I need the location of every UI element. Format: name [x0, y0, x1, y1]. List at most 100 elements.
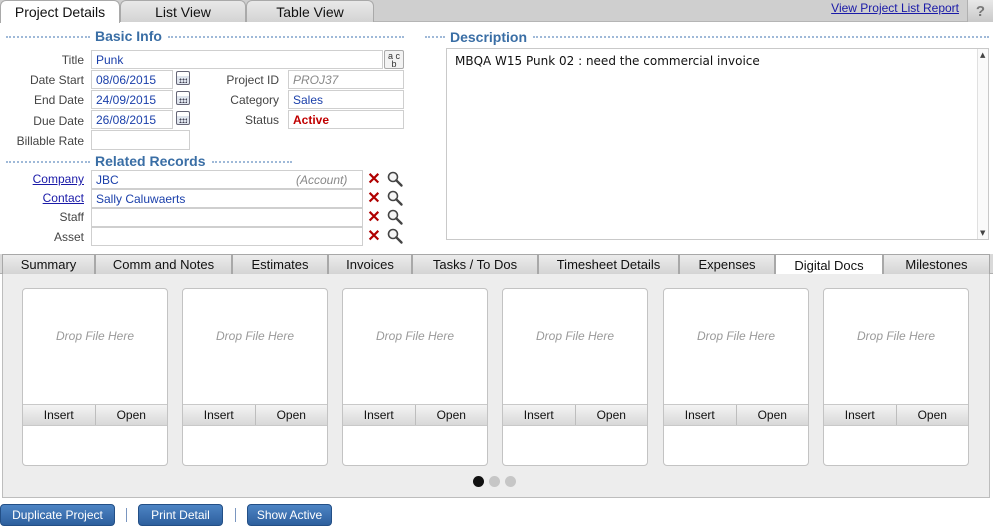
asset-label: Asset: [53, 230, 84, 244]
related-records-heading: Related Records: [95, 153, 206, 169]
show-active-button[interactable]: Show Active: [247, 504, 332, 526]
tab-label: Digital Docs: [794, 257, 864, 273]
title-field[interactable]: Punk: [91, 50, 383, 69]
due-date-field[interactable]: 26/08/2015: [91, 110, 173, 129]
open-button[interactable]: Open: [895, 405, 969, 425]
project-id-field: PROJ37: [288, 70, 404, 89]
staff-label: Staff: [59, 210, 84, 224]
section-divider: [6, 36, 90, 38]
basic-info-heading: Basic Info: [95, 28, 162, 44]
tab-estimates[interactable]: Estimates: [232, 254, 328, 274]
doc-slot[interactable]: Drop File Here Insert Open: [342, 288, 488, 466]
date-start-field[interactable]: 08/06/2015: [91, 70, 173, 89]
end-date-field[interactable]: 24/09/2015: [91, 90, 173, 109]
tab-label: Comm and Notes: [112, 257, 215, 272]
print-detail-button[interactable]: Print Detail: [138, 504, 223, 526]
calendar-icon[interactable]: [176, 71, 190, 85]
contact-field[interactable]: Sally Caluwaerts: [91, 189, 363, 208]
calendar-icon[interactable]: [176, 91, 190, 105]
insert-button[interactable]: Insert: [664, 405, 736, 425]
page-dot-3[interactable]: [505, 476, 516, 487]
duplicate-project-button[interactable]: Duplicate Project: [0, 504, 115, 526]
section-divider: [6, 161, 90, 163]
insert-button[interactable]: Insert: [183, 405, 255, 425]
end-date-label: End Date: [33, 93, 84, 107]
spell-check-icon[interactable]: a c b: [384, 50, 404, 69]
sub-tab-bar: Summary Comm and Notes Estimates Invoice…: [0, 254, 993, 275]
contact-link[interactable]: Contact: [0, 191, 84, 205]
tab-label: Table View: [276, 3, 344, 20]
tab-tasks-to-dos[interactable]: Tasks / To Dos: [412, 254, 538, 274]
tab-digital-docs[interactable]: Digital Docs: [775, 254, 883, 275]
section-divider: [533, 36, 989, 38]
page-dot-1[interactable]: [473, 476, 484, 487]
tab-label: List View: [155, 3, 211, 20]
view-project-list-report-link[interactable]: View Project List Report: [831, 1, 959, 15]
tab-table-view[interactable]: Table View: [246, 0, 374, 22]
description-textarea[interactable]: MBQA W15 Punk 02 : need the commercial i…: [446, 48, 989, 240]
insert-button[interactable]: Insert: [23, 405, 95, 425]
insert-button[interactable]: Insert: [824, 405, 896, 425]
page-dot-2[interactable]: [489, 476, 500, 487]
asset-field[interactable]: [91, 227, 363, 246]
clear-x-icon[interactable]: ✕: [365, 170, 383, 188]
clear-x-icon[interactable]: ✕: [365, 227, 383, 245]
section-divider: [425, 36, 445, 38]
tab-project-details[interactable]: Project Details: [0, 0, 120, 23]
tab-label: Tasks / To Dos: [432, 257, 518, 272]
tab-summary[interactable]: Summary: [2, 254, 95, 274]
insert-button[interactable]: Insert: [503, 405, 575, 425]
scroll-down-icon[interactable]: ▼: [980, 229, 985, 237]
calendar-icon[interactable]: [176, 111, 190, 125]
top-tab-bar: Project Details List View Table View Vie…: [0, 0, 993, 23]
status-label: Status: [244, 113, 279, 127]
open-button[interactable]: Open: [414, 405, 488, 425]
tab-label: Milestones: [905, 257, 968, 272]
tab-milestones[interactable]: Milestones: [883, 254, 990, 274]
doc-slot[interactable]: Drop File Here Insert Open: [182, 288, 328, 466]
tab-list-view[interactable]: List View: [120, 0, 246, 22]
tab-label: Estimates: [251, 257, 309, 272]
category-label: Category: [230, 93, 279, 107]
insert-button[interactable]: Insert: [343, 405, 415, 425]
tab-label: Expenses: [698, 257, 756, 272]
magnifier-icon[interactable]: [386, 208, 404, 226]
billable-rate-label: Billable Rate: [16, 134, 84, 148]
description-heading: Description: [450, 29, 528, 45]
tab-timesheet-details[interactable]: Timesheet Details: [538, 254, 679, 274]
open-button[interactable]: Open: [735, 405, 809, 425]
tab-label: Summary: [20, 257, 77, 272]
button-separator: [235, 508, 236, 522]
open-button[interactable]: Open: [254, 405, 328, 425]
doc-slot[interactable]: Drop File Here Insert Open: [663, 288, 809, 466]
tab-expenses[interactable]: Expenses: [679, 254, 775, 274]
tab-label: Timesheet Details: [556, 257, 661, 272]
button-separator: [126, 508, 127, 522]
clear-x-icon[interactable]: ✕: [365, 189, 383, 207]
open-button[interactable]: Open: [94, 405, 168, 425]
scroll-up-icon[interactable]: ▲: [980, 51, 985, 59]
section-divider: [212, 161, 292, 163]
doc-slot[interactable]: Drop File Here Insert Open: [823, 288, 969, 466]
magnifier-icon[interactable]: [386, 170, 404, 188]
magnifier-icon[interactable]: [386, 189, 404, 207]
drop-zone-text: Drop File Here: [55, 329, 135, 343]
description-scrollbar[interactable]: ▲ ▼: [977, 49, 988, 239]
tab-comm-and-notes[interactable]: Comm and Notes: [95, 254, 232, 274]
company-link[interactable]: Company: [0, 172, 84, 186]
help-icon[interactable]: ?: [967, 0, 993, 22]
drop-zone-text: Drop File Here: [696, 329, 776, 343]
title-label: Title: [61, 53, 84, 67]
doc-slot[interactable]: Drop File Here Insert Open: [502, 288, 648, 466]
billable-rate-field[interactable]: [91, 130, 190, 150]
status-field[interactable]: Active: [288, 110, 404, 129]
staff-field[interactable]: [91, 208, 363, 227]
clear-x-icon[interactable]: ✕: [365, 208, 383, 226]
project-id-label: Project ID: [226, 73, 279, 87]
category-field[interactable]: Sales: [288, 90, 404, 109]
magnifier-icon[interactable]: [386, 227, 404, 245]
tab-invoices[interactable]: Invoices: [328, 254, 412, 274]
open-button[interactable]: Open: [574, 405, 648, 425]
date-start-label: Date Start: [29, 73, 84, 87]
doc-slot[interactable]: Drop File Here Insert Open: [22, 288, 168, 466]
